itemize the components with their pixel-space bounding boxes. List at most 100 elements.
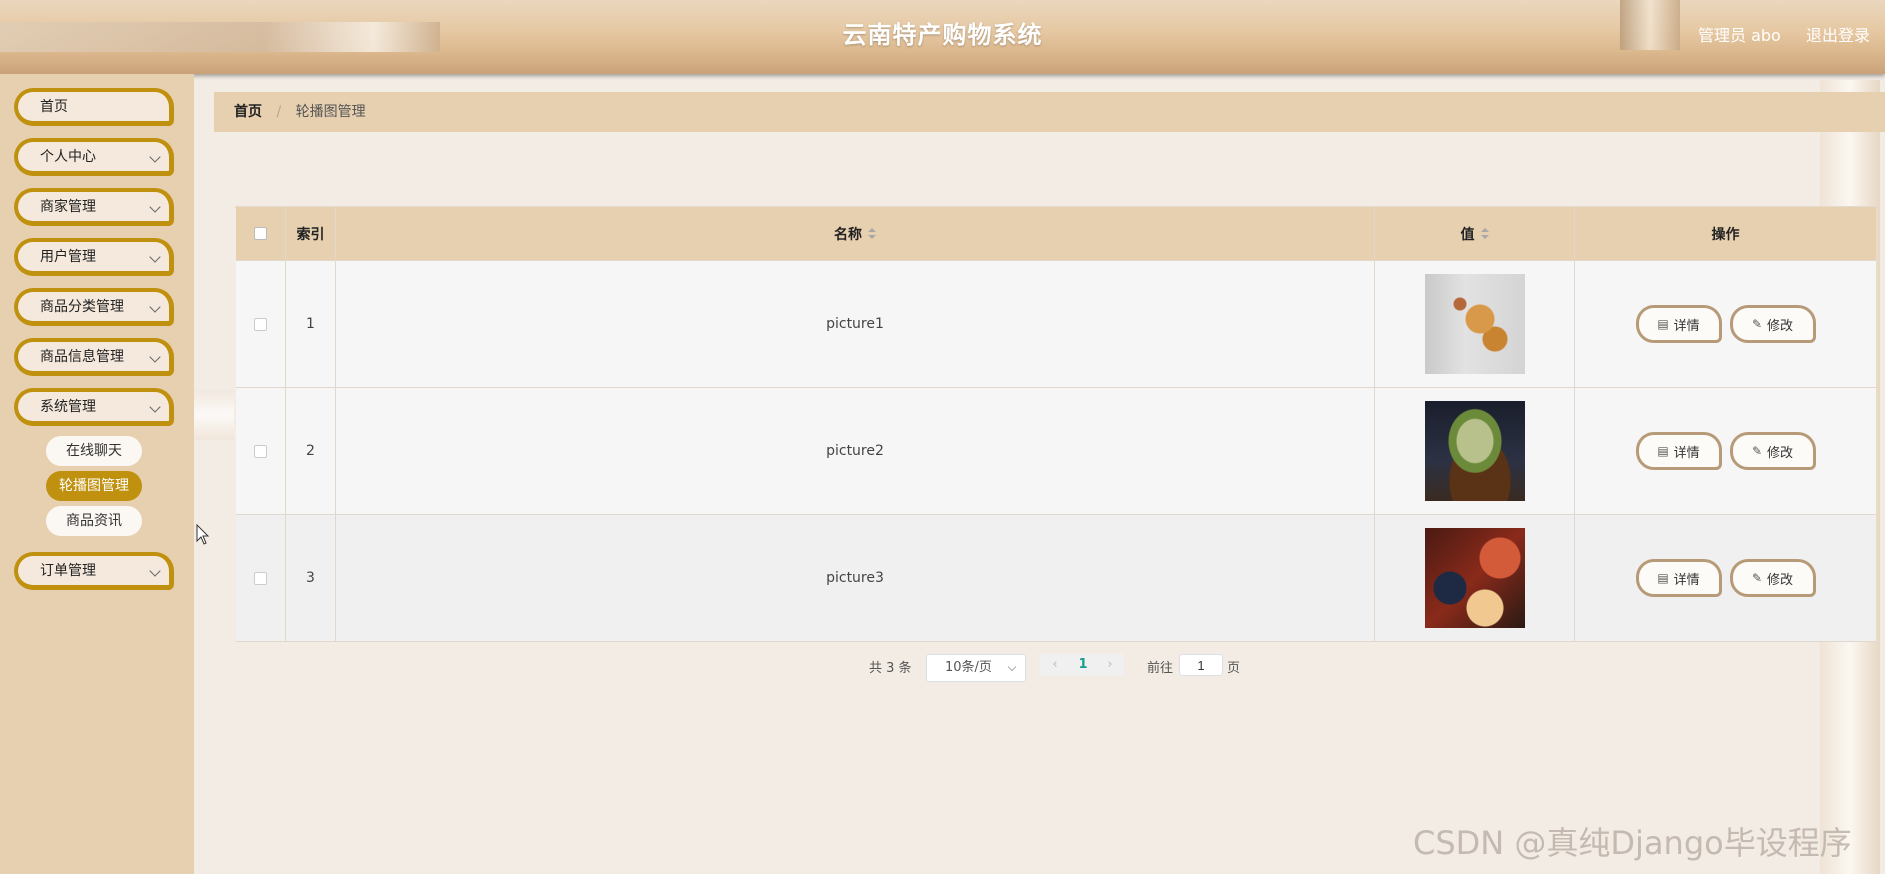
row-value-cell (1375, 261, 1575, 388)
detail-button-label: 详情 (1673, 318, 1700, 334)
sort-icon[interactable] (1480, 227, 1489, 240)
column-header-label: 值 (1460, 226, 1475, 243)
row-name: picture2 (336, 388, 1375, 515)
sidebar-subitem-chat[interactable]: 在线聊天 (46, 436, 142, 466)
row-name: picture3 (336, 515, 1375, 642)
sidebar-item-merchant[interactable]: 商家管理 (14, 188, 174, 226)
page-number-button[interactable]: 1 (1070, 654, 1096, 676)
chevron-down-icon (149, 351, 161, 363)
sidebar-item-personal-center[interactable]: 个人中心 (14, 138, 174, 176)
select-all-checkbox[interactable] (254, 227, 267, 240)
detail-button[interactable]: ▤ 详情 (1635, 432, 1722, 470)
detail-button[interactable]: ▤ 详情 (1635, 559, 1722, 597)
sidebar-item-home[interactable]: 首页 (14, 88, 174, 126)
logout-link[interactable]: 退出登录 (1806, 22, 1870, 46)
watermark: CSDN @真纯Django毕设程序 (1413, 824, 1852, 862)
chevron-down-icon (149, 251, 161, 263)
select-all-cell (236, 207, 286, 261)
column-header-index: 索引 (286, 207, 336, 261)
row-checkbox[interactable] (254, 444, 267, 458)
top-header: 云南特产购物系统 管理员 abo 退出登录 (0, 0, 1885, 74)
sidebar: 首页 个人中心 商家管理 用户管理 商品分类管理 商品信息管理 系统管理 在线聊… (0, 74, 194, 874)
chevron-down-icon (149, 151, 161, 163)
table-row: 3 picture3 ▤ 详情 ✎ 修改 (236, 515, 1876, 642)
chevron-down-icon (149, 201, 161, 213)
breadcrumb-home[interactable]: 首页 (234, 104, 262, 120)
carousel-thumbnail[interactable] (1424, 401, 1525, 501)
pagination-total: 共 3 条 (869, 661, 912, 676)
next-page-button[interactable]: › (1096, 654, 1124, 676)
sidebar-item-label: 商品分类管理 (40, 299, 124, 315)
row-value-cell (1375, 515, 1575, 642)
edit-button[interactable]: ✎ 修改 (1729, 432, 1816, 470)
sidebar-subitem-news[interactable]: 商品资讯 (46, 506, 142, 536)
chevron-down-icon (149, 401, 161, 413)
row-checkbox[interactable] (254, 571, 267, 585)
chevron-down-icon (149, 301, 161, 313)
chevron-down-icon (1007, 662, 1017, 672)
edit-button-label: 修改 (1767, 445, 1794, 461)
detail-button-label: 详情 (1673, 572, 1700, 588)
sidebar-item-label: 商家管理 (40, 199, 96, 215)
sidebar-item-label: 系统管理 (40, 399, 96, 415)
carousel-thumbnail[interactable] (1424, 274, 1525, 374)
column-header-value[interactable]: 值 (1375, 207, 1575, 261)
sidebar-item-label: 商品信息管理 (40, 349, 124, 365)
goto-page-input[interactable] (1179, 654, 1223, 676)
row-actions: ▤ 详情 ✎ 修改 (1575, 388, 1876, 515)
sidebar-item-label: 用户管理 (40, 249, 96, 265)
edit-button[interactable]: ✎ 修改 (1729, 559, 1816, 597)
sidebar-item-users[interactable]: 用户管理 (14, 238, 174, 276)
document-icon: ▤ (1657, 444, 1669, 458)
column-header-name[interactable]: 名称 (336, 207, 1375, 261)
sidebar-item-orders[interactable]: 订单管理 (14, 552, 174, 590)
carousel-thumbnail[interactable] (1424, 528, 1525, 628)
table-row: 1 picture1 ▤ 详情 ✎ 修改 (236, 261, 1876, 388)
row-index: 1 (286, 261, 336, 388)
sidebar-subitem-carousel[interactable]: 轮播图管理 (46, 471, 142, 501)
breadcrumb-separator: / (276, 104, 282, 120)
breadcrumb: 首页 / 轮播图管理 (214, 92, 1885, 132)
edit-button-label: 修改 (1767, 318, 1794, 334)
sidebar-item-system[interactable]: 系统管理 (14, 388, 174, 426)
detail-button[interactable]: ▤ 详情 (1635, 305, 1722, 343)
background-decoration (194, 390, 234, 440)
edit-button[interactable]: ✎ 修改 (1729, 305, 1816, 343)
page-size-select[interactable]: 10条/页 (926, 654, 1026, 682)
user-label: 管理员 abo (1698, 26, 1781, 45)
goto-label: 前往 (1147, 661, 1174, 676)
column-header-label: 名称 (834, 226, 862, 243)
table-header-row: 索引 名称 值 操作 (236, 207, 1876, 261)
row-actions: ▤ 详情 ✎ 修改 (1575, 515, 1876, 642)
document-icon: ▤ (1657, 571, 1669, 585)
document-icon: ▤ (1657, 317, 1669, 331)
chevron-down-icon (149, 565, 161, 577)
table-row: 2 picture2 ▤ 详情 ✎ 修改 (236, 388, 1876, 515)
sidebar-item-label: 订单管理 (40, 563, 96, 579)
row-select-cell (236, 388, 286, 515)
pencil-icon: ✎ (1751, 317, 1763, 331)
row-value-cell (1375, 388, 1575, 515)
row-select-cell (236, 261, 286, 388)
row-index: 3 (286, 515, 336, 642)
breadcrumb-current: 轮播图管理 (295, 104, 366, 120)
prev-page-button[interactable]: ‹ (1040, 654, 1070, 676)
sidebar-item-label: 个人中心 (40, 149, 96, 165)
page-size-value: 10条/页 (945, 660, 992, 675)
row-index: 2 (286, 388, 336, 515)
sidebar-item-category[interactable]: 商品分类管理 (14, 288, 174, 326)
page-suffix-label: 页 (1227, 661, 1241, 676)
pencil-icon: ✎ (1751, 571, 1763, 585)
edit-button-label: 修改 (1767, 572, 1794, 588)
row-name: picture1 (336, 261, 1375, 388)
column-header-actions: 操作 (1575, 207, 1876, 261)
app-title: 云南特产购物系统 (842, 21, 1043, 49)
pencil-icon: ✎ (1751, 444, 1763, 458)
sidebar-item-product-info[interactable]: 商品信息管理 (14, 338, 174, 376)
row-checkbox[interactable] (254, 317, 267, 331)
sort-icon[interactable] (868, 227, 876, 240)
detail-button-label: 详情 (1673, 445, 1700, 461)
sidebar-item-label: 首页 (40, 99, 68, 115)
row-actions: ▤ 详情 ✎ 修改 (1575, 261, 1876, 388)
row-select-cell (236, 515, 286, 642)
